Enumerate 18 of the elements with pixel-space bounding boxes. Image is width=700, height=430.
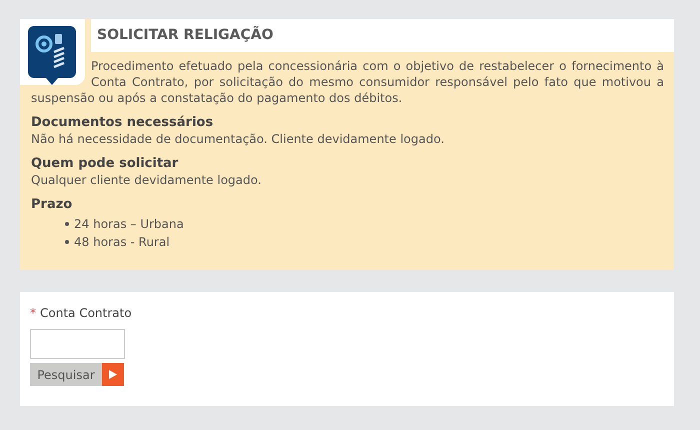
list-item: 24 horas – Urbana [74,216,184,233]
section-heading: Prazo [31,197,74,213]
service-icon [28,26,76,85]
bullet-icon [65,240,69,244]
list-item: 48 horas - Rural [74,234,170,251]
section-heading: Documentos necessários [31,115,214,131]
search-button[interactable]: Pesquisar [30,363,102,386]
field-label: Conta Contrato [40,305,132,322]
input-field[interactable] [30,329,125,359]
required-mark: * [30,305,36,322]
arrow-button[interactable] [102,363,124,386]
section-text: Não há necessidade de documentação. Cliente devidamente logado. [31,131,446,147]
play-icon [109,370,117,379]
service-title: SOLICITAR RELIGAÇÃO [97,25,274,45]
section-heading: Quem pode solicitar [31,156,180,172]
bullet-icon [65,222,69,226]
section-text: Qualquer cliente devidamente logado. [31,172,262,188]
service-description: Procedimento efetuado pela concessionária com o objetivo de restabelecer o fornecimento à Conta Contrato, por solicitação do mesmo consumidor responsável pelo fato que motivou a suspensão ou após a constatação do pagamento dos débitos. [31,58,664,106]
